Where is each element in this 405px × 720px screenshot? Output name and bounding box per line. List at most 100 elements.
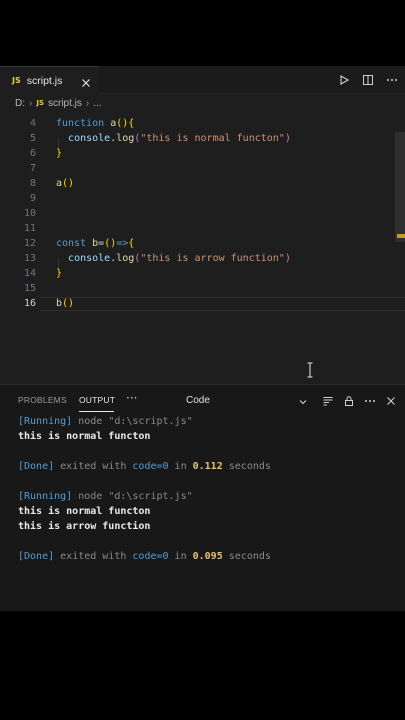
tab-label: script.js [26, 74, 63, 87]
black-bottom-margin [0, 611, 405, 720]
code-content: console.log("this is arrow function") [56, 251, 291, 266]
breadcrumb-more[interactable]: ... [93, 98, 101, 109]
chevron-right-icon: › [85, 97, 90, 109]
bottom-panel: PROBLEMS OUTPUT ··· Code [Running] node … [0, 384, 405, 611]
output-token: [Running] [18, 491, 79, 502]
output-token: seconds [222, 551, 271, 562]
close-icon[interactable] [80, 74, 92, 87]
code-content: } [56, 266, 62, 281]
breadcrumb-file[interactable]: script.js [48, 98, 82, 109]
output-channel-value: Code [186, 395, 210, 406]
output-token: exited with [60, 461, 133, 472]
code-line[interactable]: 13 console.log("this is arrow function") [0, 251, 405, 266]
output-token: this is normal functon [18, 506, 151, 517]
line-number: 10 [23, 208, 36, 219]
code-token: ) [284, 253, 291, 264]
javascript-file-icon: JS [12, 76, 21, 85]
line-number: 5 [29, 133, 36, 144]
chevron-down-icon [298, 397, 308, 410]
code-line[interactable]: 7 [0, 161, 405, 176]
breadcrumb: D: › JS script.js › ... [0, 94, 405, 112]
chevron-right-icon: › [29, 97, 33, 109]
code-token: { [128, 238, 135, 249]
output-token: 0.112 [192, 461, 223, 472]
code-editor[interactable]: 4 function a(){5 console.log("this is nor… [0, 112, 405, 384]
code-token: => [116, 238, 129, 249]
output-line: this is normal functon [18, 429, 150, 444]
code-token: "this is arrow function" [140, 253, 285, 264]
panel-actions [318, 393, 402, 409]
code-line[interactable]: 14} [0, 266, 405, 281]
run-play-icon[interactable] [333, 69, 355, 91]
code-line[interactable]: 11 [0, 221, 405, 236]
output-channel-select[interactable]: Code [186, 395, 311, 409]
tab-output[interactable]: OUTPUT [79, 395, 115, 405]
output-token: node "d:\script.js" [78, 491, 193, 502]
output-token: code=0 [132, 551, 169, 562]
javascript-file-icon: JS [36, 99, 44, 107]
code-content: const b=()=>{ [56, 236, 134, 251]
output-token: this is arrow function [18, 521, 151, 532]
close-panel-icon[interactable] [381, 393, 401, 409]
output-token: in [168, 461, 193, 472]
tab-problems[interactable]: PROBLEMS [18, 395, 67, 405]
output-token: 0.095 [192, 551, 223, 562]
current-line-highlight [40, 297, 405, 311]
output-line: [Done] exited with code=0 in 0.095 secon… [18, 549, 271, 564]
output-line: [Running] node "d:\script.js" [18, 489, 193, 504]
code-line[interactable]: 9 [0, 191, 405, 206]
tab-script-js[interactable]: JS script.js [0, 66, 98, 94]
code-token: { [128, 118, 135, 129]
line-number: 8 [29, 178, 36, 189]
output-line: this is normal functon [18, 504, 150, 519]
code-line[interactable]: 10 [0, 206, 405, 221]
output-line: [Done] exited with code=0 in 0.112 secon… [18, 459, 271, 474]
more-actions-icon[interactable] [381, 69, 403, 91]
more-actions-icon[interactable] [360, 393, 380, 409]
output-token: in [168, 551, 193, 562]
line-number: 7 [29, 163, 36, 174]
code-token: ) [284, 133, 291, 144]
output-token: node "d:\script.js" [78, 416, 193, 427]
lock-icon[interactable] [339, 393, 359, 409]
output-line: [Running] node "d:\script.js" [18, 414, 193, 429]
code-line[interactable]: 5 console.log("this is normal functon") [0, 131, 405, 146]
output-line: this is arrow function [18, 519, 150, 534]
split-editor-icon[interactable] [357, 69, 379, 91]
line-number: 14 [23, 268, 36, 279]
code-content: console.log("this is normal functon") [56, 131, 291, 146]
code-token: } [56, 148, 63, 159]
output-token: code=0 [132, 461, 169, 472]
line-number: 13 [23, 253, 36, 264]
code-token: log [116, 253, 135, 264]
code-line[interactable]: 12 const b=()=>{ [0, 236, 405, 251]
code-line[interactable]: 4 function a(){ [0, 116, 405, 131]
black-top-margin [0, 0, 405, 66]
output-token: exited with [60, 551, 133, 562]
output-token: [Running] [18, 416, 79, 427]
output-token: [Done] [18, 461, 61, 472]
breadcrumb-drive[interactable]: D: [15, 98, 25, 109]
output-token: seconds [222, 461, 271, 472]
code-token: () [104, 238, 117, 249]
code-token: } [56, 268, 63, 279]
code-line[interactable]: 6} [0, 146, 405, 161]
code-token: const [56, 238, 93, 249]
code-token: console [68, 253, 111, 264]
mouse-text-cursor-icon [307, 362, 313, 378]
output-token: [Done] [18, 551, 61, 562]
code-content: function a(){ [56, 116, 134, 131]
line-number: 6 [29, 148, 36, 159]
code-line[interactable]: 8 a() [0, 176, 405, 191]
code-line[interactable]: 15 [0, 281, 405, 296]
code-token: console [68, 133, 111, 144]
line-number: 12 [23, 238, 36, 249]
more-tabs-icon[interactable]: ··· [126, 391, 137, 405]
code-content: a() [56, 176, 74, 191]
clear-output-icon[interactable] [318, 393, 338, 409]
code-token: () [62, 178, 75, 189]
output-token: this is normal functon [18, 431, 151, 442]
editor-tab-bar: JS script.js [0, 66, 405, 94]
